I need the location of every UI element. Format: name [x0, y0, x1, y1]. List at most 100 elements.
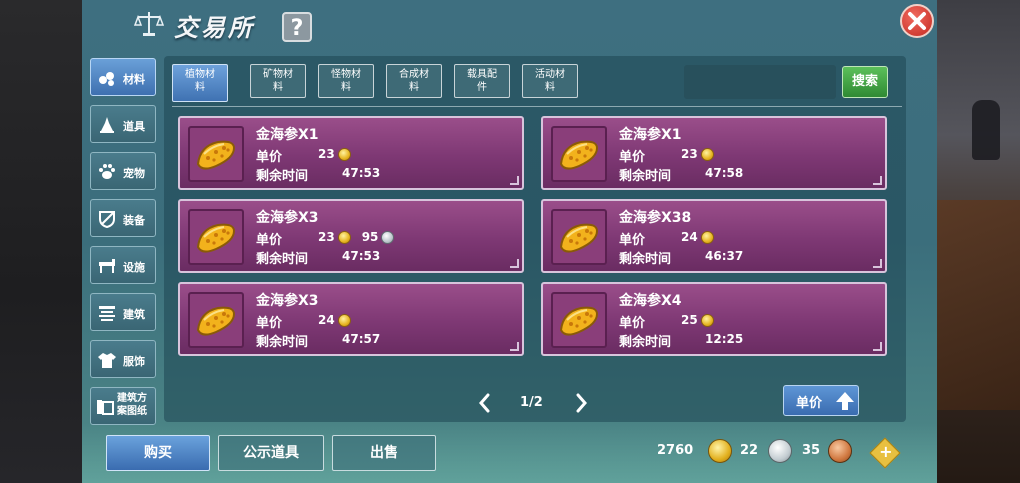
listing-card[interactable]: 金海参X3 单价 24 剩余时间 47:57 [178, 282, 524, 356]
item-icon-frame [551, 292, 607, 348]
sidebar-item-items[interactable]: 道具 [90, 105, 156, 143]
sort-label: 单价 [796, 396, 823, 411]
publicize-item-button[interactable]: 公示道具 [218, 435, 324, 471]
search-button[interactable]: 搜索 [842, 66, 888, 98]
item-name: 金海参X3 [256, 293, 319, 309]
prev-page-icon[interactable] [476, 392, 492, 414]
sidebar-item-label: 道具 [123, 120, 145, 133]
sidebar-item-materials[interactable]: 材料 [90, 58, 156, 96]
sidebar-item-label: 设施 [123, 261, 145, 274]
sidebar-item-blueprints[interactable]: 建筑方 案图纸 [90, 387, 156, 425]
item-icon [100, 117, 114, 133]
scene-right-edge [934, 0, 1020, 483]
item-icon-frame [188, 209, 244, 265]
tab-plant-materials[interactable]: 植物材料 [172, 64, 228, 102]
time-remaining-value: 47:53 [342, 166, 381, 180]
materials-icon [99, 72, 114, 86]
sidebar-item-label: 材料 [123, 73, 145, 86]
sidebar-item-label: 宠物 [123, 167, 145, 180]
gold-coin-icon [337, 147, 351, 161]
clothing-icon [98, 353, 116, 368]
card-corner-decoration [873, 176, 882, 185]
unit-price-value: 23 [318, 147, 351, 161]
card-corner-decoration [510, 259, 519, 268]
close-icon [908, 12, 926, 30]
sidebar-item-facilities[interactable]: 设施 [90, 246, 156, 284]
sidebar-item-label: 装备 [123, 214, 145, 227]
item-icon-frame [551, 126, 607, 182]
golden-sea-cucumber-icon [559, 306, 599, 336]
wooden-crate [934, 200, 1020, 410]
scales-icon [134, 12, 164, 36]
gold-price: 24 [681, 230, 698, 244]
bronze-coin-icon [828, 439, 852, 463]
divider [172, 106, 902, 107]
card-corner-decoration [510, 176, 519, 185]
silver-coin-icon [381, 230, 395, 244]
sidebar-item-label: 建筑 [123, 308, 145, 321]
time-remaining-label: 剩余时间 [256, 169, 309, 184]
help-button[interactable]: ? [282, 12, 312, 42]
pagination: 1/2 [470, 392, 590, 416]
silver-amount: 22 [740, 443, 759, 458]
time-remaining-label: 剩余时间 [256, 252, 309, 267]
time-remaining-value: 47:53 [342, 249, 381, 263]
add-currency-button[interactable]: + [869, 437, 901, 469]
silver-price: 95 [361, 230, 379, 244]
unit-price-value: 24 [318, 313, 351, 327]
time-remaining-label: 剩余时间 [256, 335, 309, 350]
close-button[interactable] [900, 4, 934, 38]
gold-price: 24 [318, 313, 335, 327]
sort-arrow-icon [836, 392, 854, 410]
blueprint-icon [97, 400, 114, 415]
card-corner-decoration [873, 259, 882, 268]
gold-price: 23 [318, 230, 335, 244]
item-name: 金海参X4 [619, 293, 682, 309]
paw-icon [99, 164, 115, 179]
sidebar-item-equipment[interactable]: 装备 [90, 199, 156, 237]
gold-amount: 2760 [657, 443, 694, 458]
facility-icon [99, 259, 115, 273]
time-remaining-label: 剩余时间 [619, 335, 672, 350]
golden-sea-cucumber-icon [196, 306, 236, 336]
gold-coin-icon [700, 147, 714, 161]
gold-price: 23 [681, 147, 698, 161]
next-page-icon[interactable] [574, 392, 590, 414]
item-name: 金海参X3 [256, 210, 319, 226]
sidebar-item-buildings[interactable]: 建筑 [90, 293, 156, 331]
gold-coin-icon [337, 313, 351, 327]
time-remaining-value: 46:37 [705, 249, 744, 263]
scene-left-edge [0, 0, 82, 483]
sidebar-item-label: 建筑方 案图纸 [117, 393, 147, 417]
sidebar-item-clothing[interactable]: 服饰 [90, 340, 156, 378]
tab-monster-materials[interactable]: 怪物材料 [318, 64, 374, 98]
sell-button[interactable]: 出售 [332, 435, 436, 471]
unit-price-label: 单价 [619, 233, 646, 248]
search-input[interactable] [684, 65, 836, 99]
item-name: 金海参X1 [256, 127, 319, 143]
listing-card[interactable]: 金海参X1 单价 23 剩余时间 47:58 [541, 116, 887, 190]
sort-by-price-button[interactable]: 单价 [783, 385, 859, 416]
item-icon-frame [188, 126, 244, 182]
tab-vehicle-parts[interactable]: 载具配件 [454, 64, 510, 98]
gold-coin-icon [337, 230, 351, 244]
listing-card[interactable]: 金海参X3 单价 23 95 剩余时间 47:53 [178, 199, 524, 273]
gold-price: 25 [681, 313, 698, 327]
listing-card[interactable]: 金海参X38 单价 24 剩余时间 46:37 [541, 199, 887, 273]
tab-crafting-materials[interactable]: 合成材料 [386, 64, 442, 98]
listing-card[interactable]: 金海参X4 单价 25 剩余时间 12:25 [541, 282, 887, 356]
tab-mineral-materials[interactable]: 矿物材料 [250, 64, 306, 98]
exchange-panel: 交易所 ? 材料 道具 宠物 装备 设施 建筑 服饰 建筑方 案图纸 植物材 料… [82, 0, 937, 483]
item-icon-frame [188, 292, 244, 348]
unit-price-value: 23 95 [318, 230, 395, 244]
golden-sea-cucumber-icon [559, 140, 599, 170]
time-remaining-value: 47:58 [705, 166, 744, 180]
category-sidebar: 材料 道具 宠物 装备 设施 建筑 服饰 建筑方 案图纸 [90, 58, 158, 434]
unit-price-label: 单价 [256, 316, 283, 331]
buy-button[interactable]: 购买 [106, 435, 210, 471]
silver-coin-icon [768, 439, 792, 463]
tab-event-materials[interactable]: 活动材料 [522, 64, 578, 98]
listing-card[interactable]: 金海参X1 单价 23 剩余时间 47:53 [178, 116, 524, 190]
time-remaining-value: 47:57 [342, 332, 381, 346]
sidebar-item-pets[interactable]: 宠物 [90, 152, 156, 190]
